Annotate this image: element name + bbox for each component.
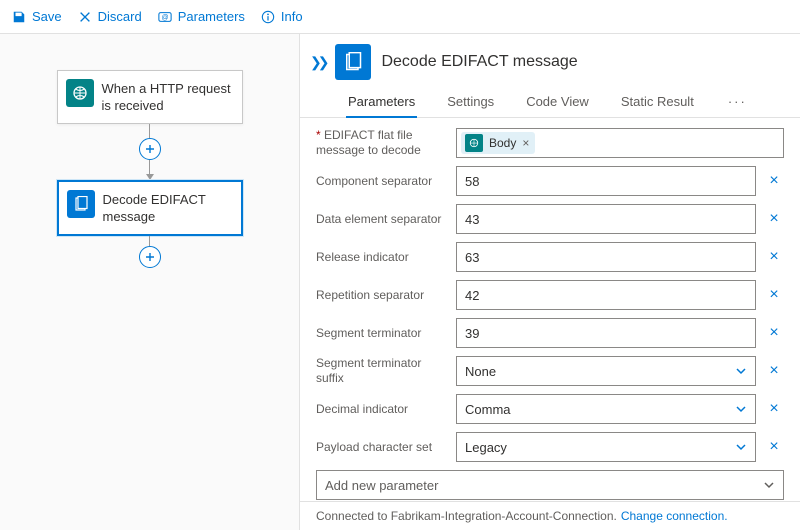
info-icon	[261, 10, 275, 24]
parameters-form: * EDIFACT flat file message to decode Bo…	[300, 118, 800, 501]
save-button[interactable]: Save	[12, 9, 62, 24]
details-panel: ❯❯ Decode EDIFACT message Parameters Set…	[300, 34, 800, 530]
segment-terminator-label: Segment terminator	[316, 326, 448, 341]
clear-segment-terminator-button[interactable]: ×	[764, 323, 784, 343]
add-step-button-2[interactable]	[139, 246, 161, 268]
decode-edifact-icon	[67, 190, 95, 218]
add-new-parameter-select[interactable]: Add new parameter	[316, 470, 784, 500]
field-repetition-separator: Repetition separator ×	[316, 280, 784, 310]
field-release-indicator: Release indicator ×	[316, 242, 784, 272]
trigger-step-label: When a HTTP request is received	[102, 79, 232, 115]
data-element-separator-input[interactable]	[456, 204, 756, 234]
clear-repetition-separator-button[interactable]: ×	[764, 285, 784, 305]
http-trigger-icon	[66, 79, 94, 107]
field-segment-terminator: Segment terminator ×	[316, 318, 784, 348]
action-step-label: Decode EDIFACT message	[103, 190, 231, 226]
flat-file-label: * EDIFACT flat file message to decode	[316, 128, 448, 158]
connector-1	[139, 124, 161, 180]
toolbar: Save Discard @ Parameters Info	[0, 0, 800, 34]
chevron-down-icon	[735, 365, 747, 377]
component-separator-input[interactable]	[456, 166, 756, 196]
parameters-label: Parameters	[178, 9, 245, 24]
discard-button[interactable]: Discard	[78, 9, 142, 24]
repetition-separator-input[interactable]	[456, 280, 756, 310]
discard-icon	[78, 10, 92, 24]
decimal-indicator-select[interactable]: Comma	[456, 394, 756, 424]
segment-terminator-suffix-select[interactable]: None	[456, 356, 756, 386]
canvas-inner: When a HTTP request is received Decode E…	[0, 70, 299, 268]
repetition-separator-label: Repetition separator	[316, 288, 448, 303]
parameters-button[interactable]: @ Parameters	[158, 9, 245, 24]
info-label: Info	[281, 9, 303, 24]
payload-charset-label: Payload character set	[316, 440, 448, 455]
clear-component-separator-button[interactable]: ×	[764, 171, 784, 191]
clear-payload-charset-button[interactable]: ×	[764, 437, 784, 457]
decimal-indicator-label: Decimal indicator	[316, 402, 448, 417]
panel-title: Decode EDIFACT message	[381, 53, 577, 71]
field-payload-charset: Payload character set Legacy ×	[316, 432, 784, 462]
panel-header: ❯❯ Decode EDIFACT message	[300, 34, 800, 88]
field-flat-file: * EDIFACT flat file message to decode Bo…	[316, 128, 784, 158]
segment-terminator-input[interactable]	[456, 318, 756, 348]
tab-code-view[interactable]: Code View	[524, 88, 591, 117]
main: When a HTTP request is received Decode E…	[0, 34, 800, 530]
info-button[interactable]: Info	[261, 9, 303, 24]
body-token-label: Body	[489, 136, 516, 150]
trigger-step-http-request[interactable]: When a HTTP request is received	[57, 70, 243, 124]
tab-settings[interactable]: Settings	[445, 88, 496, 117]
change-connection-link[interactable]: Change connection.	[621, 509, 728, 523]
panel-tabs: Parameters Settings Code View Static Res…	[300, 88, 800, 118]
add-step-button-1[interactable]	[139, 138, 161, 160]
connection-footer: Connected to Fabrikam-Integration-Accoun…	[300, 501, 800, 530]
payload-charset-select[interactable]: Legacy	[456, 432, 756, 462]
connected-to-text: Connected to Fabrikam-Integration-Accoun…	[316, 509, 617, 523]
field-decimal-indicator: Decimal indicator Comma ×	[316, 394, 784, 424]
segment-terminator-suffix-label: Segment terminator suffix	[316, 356, 448, 386]
tab-overflow-button[interactable]: ···	[724, 88, 751, 117]
flat-file-input[interactable]: Body ×	[456, 128, 784, 158]
clear-release-indicator-button[interactable]: ×	[764, 247, 784, 267]
chevron-down-icon	[735, 441, 747, 453]
tab-static-result[interactable]: Static Result	[619, 88, 696, 117]
component-separator-label: Component separator	[316, 174, 448, 189]
release-indicator-label: Release indicator	[316, 250, 448, 265]
tab-parameters[interactable]: Parameters	[346, 88, 417, 117]
data-element-separator-label: Data element separator	[316, 212, 448, 227]
connector-2	[139, 236, 161, 268]
save-label: Save	[32, 9, 62, 24]
save-icon	[12, 10, 26, 24]
svg-text:@: @	[161, 14, 168, 21]
http-body-icon	[465, 134, 483, 152]
field-data-element-separator: Data element separator ×	[316, 204, 784, 234]
clear-segment-terminator-suffix-button[interactable]: ×	[764, 361, 784, 381]
remove-token-button[interactable]: ×	[522, 136, 529, 150]
collapse-panel-button[interactable]: ❯❯	[310, 54, 325, 71]
chevron-down-icon	[735, 403, 747, 415]
panel-title-icon	[335, 44, 371, 80]
field-component-separator: Component separator ×	[316, 166, 784, 196]
clear-data-element-separator-button[interactable]: ×	[764, 209, 784, 229]
parameters-icon: @	[158, 10, 172, 24]
body-token[interactable]: Body ×	[461, 132, 535, 154]
chevron-down-icon	[763, 479, 775, 491]
workflow-canvas[interactable]: When a HTTP request is received Decode E…	[0, 34, 300, 530]
discard-label: Discard	[98, 9, 142, 24]
action-step-decode-edifact[interactable]: Decode EDIFACT message	[57, 180, 243, 236]
field-segment-terminator-suffix: Segment terminator suffix None ×	[316, 356, 784, 386]
release-indicator-input[interactable]	[456, 242, 756, 272]
clear-decimal-indicator-button[interactable]: ×	[764, 399, 784, 419]
